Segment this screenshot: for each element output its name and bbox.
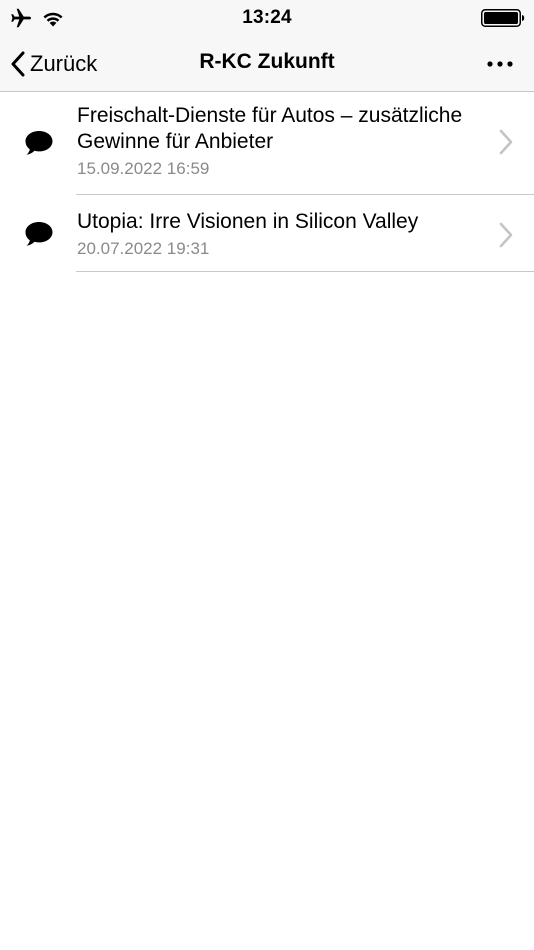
list-item[interactable]: Utopia: Irre Visionen in Silicon Valley …	[0, 195, 534, 272]
page-title: R-KC Zukunft	[199, 50, 335, 73]
back-button[interactable]: Zurück	[10, 49, 97, 79]
list-item-title: Utopia: Irre Visionen in Silicon Valley	[77, 210, 419, 233]
chevron-right-icon	[499, 222, 513, 248]
separator	[76, 271, 534, 272]
list-item-title: Freischalt-Dienste für Autos – zusätzlic…	[77, 104, 463, 153]
list-item[interactable]: Freischalt-Dienste für Autos – zusätzlic…	[0, 92, 534, 195]
ellipsis-icon	[487, 61, 513, 67]
topic-list: Freischalt-Dienste für Autos – zusätzlic…	[0, 92, 534, 272]
top-bar: 13:24 Zurück R-KC Zukunft	[0, 0, 534, 92]
status-bar: 13:24	[0, 0, 534, 36]
more-options-button[interactable]	[484, 50, 516, 78]
list-item-content: Utopia: Irre Visionen in Silicon Valley …	[77, 209, 484, 260]
status-time: 13:24	[242, 7, 292, 28]
list-item-date: 15.09.2022 16:59	[77, 159, 210, 178]
screen: 13:24 Zurück R-KC Zukunft Freischalt-Die…	[0, 0, 534, 950]
chevron-right-icon	[499, 129, 513, 155]
chevron-left-icon	[11, 51, 25, 77]
list-item-content: Freischalt-Dienste für Autos – zusätzlic…	[77, 103, 484, 180]
list-item-date: 20.07.2022 19:31	[77, 239, 210, 258]
back-label: Zurück	[30, 51, 98, 76]
speech-bubble-icon	[25, 222, 53, 246]
battery-icon	[481, 9, 525, 27]
speech-bubble-icon	[25, 131, 53, 155]
navigation-bar: Zurück R-KC Zukunft	[0, 36, 534, 91]
